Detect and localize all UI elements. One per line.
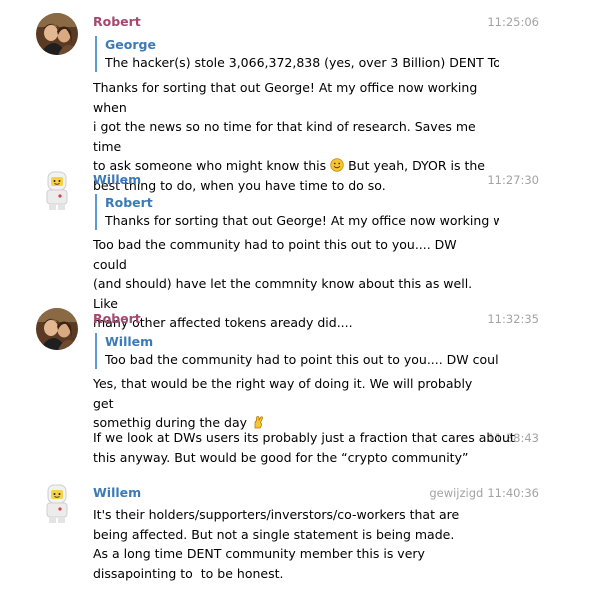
sender-name[interactable]: Robert	[93, 14, 141, 30]
reply-quote[interactable]: Robert Thanks for sorting that out Georg…	[95, 194, 499, 230]
message-fragment: But yeah, DYOR is the	[344, 158, 485, 173]
message-timestamp: 11:32:35	[487, 312, 539, 326]
message-line: It's their holders/supporters/inverstors…	[93, 507, 460, 522]
reply-snippet: Too bad the community had to point this …	[105, 352, 499, 367]
reply-quote[interactable]: Willem Too bad the community had to poin…	[95, 333, 499, 369]
sender-name[interactable]: Willem	[93, 172, 141, 188]
message-text: Yes, that would be the right way of doin…	[93, 374, 488, 433]
avatar-willem[interactable]	[36, 170, 78, 212]
avatar-willem[interactable]	[36, 483, 78, 525]
message-line: Yes, that would be the right way of doin…	[93, 376, 473, 411]
reply-quote[interactable]: George The hacker(s) stole 3,066,372,838…	[95, 36, 499, 72]
message-text: Thanks for sorting that out George! At m…	[93, 78, 488, 195]
reply-snippet: The hacker(s) stole 3,066,372,838 (yes, …	[105, 55, 499, 70]
message-fragment: to ask someone who might know this	[93, 158, 327, 173]
reply-snippet: Thanks for sorting that out George! At m…	[105, 213, 499, 228]
reply-author: Robert	[105, 195, 153, 210]
photo-avatar-icon	[36, 308, 78, 350]
time-value: 11:40:36	[487, 486, 539, 500]
message-line: this anyway. But would be good for the “…	[93, 449, 469, 465]
message-line: Thanks for sorting that out George! At m…	[93, 80, 478, 115]
photo-avatar-icon	[36, 13, 78, 55]
message-text: If we look at DWs users its probably jus…	[93, 428, 515, 467]
sender-name[interactable]: Willem	[93, 485, 141, 501]
message-line: (and should) have let the commnity know …	[93, 276, 473, 311]
message-line: i got the news so no time for that kind …	[93, 119, 476, 154]
reply-author: George	[105, 37, 156, 52]
message-line: many other affected tokens aready did...…	[93, 315, 353, 330]
sender-name[interactable]: Robert	[93, 311, 141, 327]
message-timestamp: 11:25:06	[487, 15, 539, 29]
avatar-robert[interactable]	[36, 308, 78, 350]
smiley-emoji-icon	[330, 158, 344, 172]
avatar-robert[interactable]	[36, 13, 78, 55]
crossed-fingers-emoji-icon	[254, 416, 263, 429]
message-text: Too bad the community had to point this …	[93, 235, 488, 333]
message-timestamp: gewijzigd 11:40:36	[429, 485, 539, 501]
message-text: It's their holders/supporters/inverstors…	[93, 505, 488, 583]
edited-label: gewijzigd	[429, 486, 484, 500]
reply-author: Willem	[105, 334, 154, 349]
astronaut-avatar-icon	[46, 484, 68, 523]
message-line: dissapointing to to be honest.	[93, 565, 284, 581]
message-line: Too bad the community had to point this …	[93, 237, 457, 272]
message-line: best thing to do, when you have time to …	[93, 177, 386, 193]
message-line: to ask someone who might know this But y…	[93, 156, 488, 176]
message-timestamp: 11:27:30	[487, 173, 539, 187]
message-line: being affected. But not a single stateme…	[93, 526, 455, 542]
astronaut-avatar-icon	[46, 171, 68, 210]
message-line: If we look at DWs users its probably jus…	[93, 430, 515, 445]
message-line: As a long time DENT community member thi…	[93, 546, 425, 561]
